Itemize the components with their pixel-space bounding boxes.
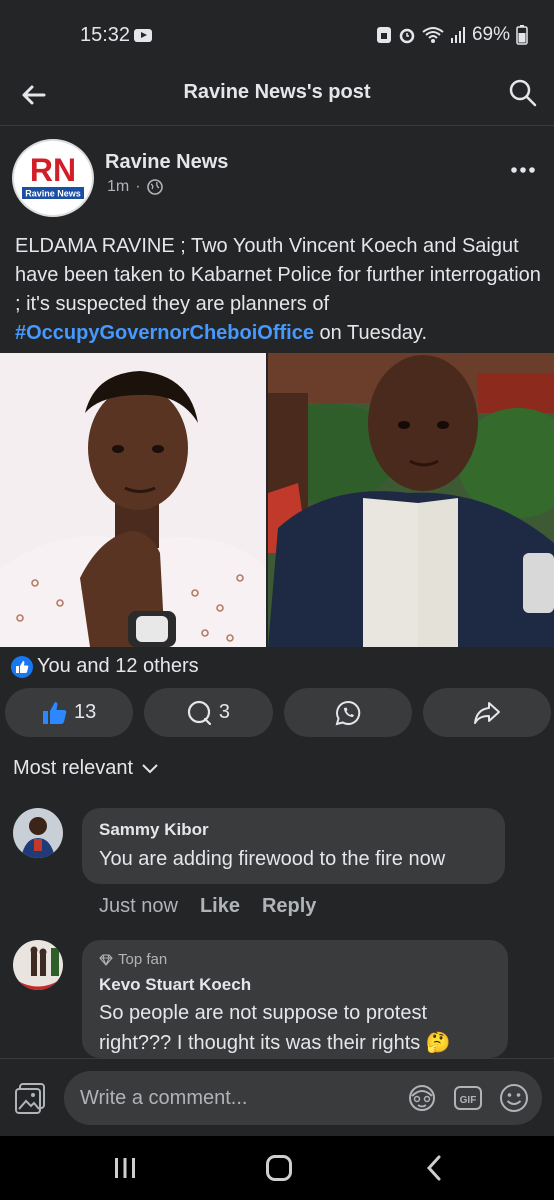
top-fan-badge: Top fan — [99, 951, 167, 968]
like-button[interactable]: 13 — [5, 688, 134, 737]
avatar-logo-text: RN — [30, 152, 76, 188]
sort-label-text: Most relevant — [13, 757, 134, 779]
app-header: Ravine News's post — [0, 72, 554, 126]
hashtag-link[interactable]: #OccupyGovernorCheboiOffice — [15, 322, 314, 344]
add-photo-icon[interactable] — [14, 1082, 48, 1116]
reactions-text: You and 12 others — [37, 655, 199, 677]
globe-icon — [146, 179, 163, 195]
post-photo-left[interactable] — [0, 353, 266, 647]
comment-author[interactable]: Kevo Stuart Koech — [99, 975, 251, 995]
comment-text: So people are not suppose to protest rig… — [99, 998, 499, 1058]
page-name[interactable]: Ravine News — [105, 151, 228, 174]
top-fan-label: Top fan — [118, 951, 168, 968]
gif-label: GIF — [460, 1095, 477, 1106]
post-body: ELDAMA RAVINE ; Two Youth Vincent Koech … — [15, 232, 545, 348]
like-reaction-icon — [11, 655, 33, 678]
signal-icon — [450, 27, 465, 43]
comment-reply-button[interactable]: Reply — [262, 895, 316, 918]
comment-author[interactable]: Sammy Kibor — [99, 820, 209, 840]
avatar[interactable] — [13, 940, 63, 990]
comment-button[interactable]: 3 — [144, 688, 273, 737]
emoji-icon[interactable] — [498, 1082, 530, 1114]
status-time: 15:32 — [80, 24, 131, 46]
share-button[interactable] — [422, 688, 551, 737]
post-actions: 13 3 — [5, 688, 551, 738]
post-photo-right[interactable] — [268, 353, 554, 647]
comment-icon — [187, 700, 211, 725]
reactions-summary[interactable]: You and 12 others — [11, 655, 199, 678]
avatar-sticker-icon[interactable] — [406, 1082, 438, 1114]
back-nav-icon[interactable] — [424, 1154, 444, 1182]
avatar-caption-text: Ravine News — [25, 189, 81, 199]
comment-count: 3 — [218, 701, 230, 723]
gif-icon[interactable]: GIF — [452, 1082, 484, 1114]
whatsapp-icon — [335, 700, 360, 725]
diamond-icon — [99, 953, 113, 966]
whatsapp-share-button[interactable] — [283, 688, 412, 737]
post-text: ELDAMA RAVINE ; Two Youth Vincent Koech … — [15, 235, 541, 315]
battery-icon — [516, 25, 528, 45]
post-time-text: 1m — [107, 178, 130, 195]
page-title: Ravine News's post — [183, 81, 371, 103]
comment-like-button[interactable]: Like — [200, 895, 240, 918]
status-bar: 15:32 69% — [0, 0, 554, 72]
battery-percent: 69% — [471, 24, 510, 45]
comment-sort-dropdown[interactable]: Most relevant — [13, 757, 159, 780]
comment-meta: Just now Like Reply — [99, 895, 316, 918]
composer-tools: GIF — [406, 1082, 530, 1114]
share-icon — [473, 701, 500, 724]
thinking-emoji: 🤔 — [425, 1032, 451, 1054]
more-options-icon[interactable] — [510, 160, 536, 180]
system-nav-bar — [0, 1136, 554, 1200]
comment-composer: GIF — [0, 1058, 554, 1136]
youtube-notification-icon — [134, 29, 152, 42]
home-icon[interactable] — [266, 1155, 292, 1181]
chevron-down-icon — [142, 763, 158, 773]
comment-bubble[interactable]: Sammy Kibor You are adding firewood to t… — [82, 808, 505, 884]
post-timestamp: 1m · — [107, 178, 163, 196]
wifi-icon — [422, 27, 444, 43]
thumbs-up-icon — [43, 701, 67, 724]
lock-notification-icon — [376, 27, 391, 43]
comment-text: You are adding firewood to the fire now — [99, 848, 446, 870]
avatar[interactable] — [13, 808, 63, 858]
alarm-icon — [399, 28, 415, 44]
comment-time: Just now — [99, 895, 178, 917]
comment-text-content: So people are not suppose to protest rig… — [99, 1002, 428, 1054]
status-indicators: 69% — [376, 24, 528, 46]
page-avatar[interactable]: RN Ravine News — [12, 139, 94, 217]
like-count: 13 — [74, 701, 97, 723]
recent-apps-icon[interactable] — [112, 1156, 138, 1180]
comment-bubble[interactable]: Top fan Kevo Stuart Koech So people are … — [82, 940, 508, 1058]
search-icon[interactable] — [508, 78, 538, 108]
post-time-separator: · — [135, 178, 141, 195]
post-text-tail: on Tuesday. — [313, 322, 428, 344]
